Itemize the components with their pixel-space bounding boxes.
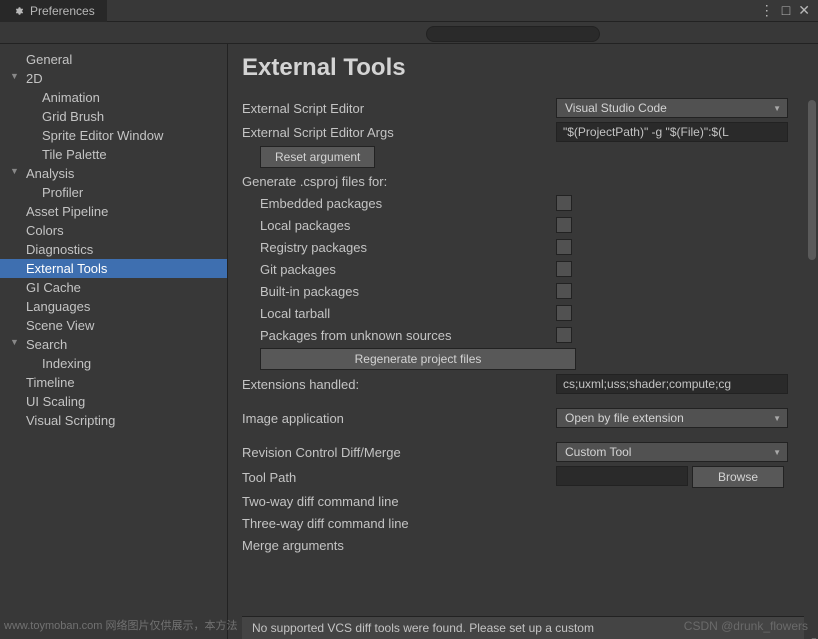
label-merge-args: Merge arguments xyxy=(242,538,556,553)
checkbox-embedded[interactable] xyxy=(556,195,572,211)
image-app-dropdown[interactable]: Open by file extension xyxy=(556,408,788,428)
script-editor-args-input[interactable] xyxy=(556,122,788,142)
scrollbar[interactable] xyxy=(808,100,816,260)
regenerate-button[interactable]: Regenerate project files xyxy=(260,348,576,370)
sidebar-item-ui-scaling[interactable]: UI Scaling xyxy=(0,392,227,411)
label-tarball: Local tarball xyxy=(242,306,556,321)
sidebar-item-external-tools[interactable]: External Tools xyxy=(0,259,227,278)
browse-button[interactable]: Browse xyxy=(692,466,784,488)
checkbox-git[interactable] xyxy=(556,261,572,277)
label-embedded: Embedded packages xyxy=(242,196,556,211)
footer-message: No supported VCS diff tools were found. … xyxy=(242,616,804,639)
rev-control-dropdown[interactable]: Custom Tool xyxy=(556,442,788,462)
searchbar: ⌕ xyxy=(0,22,818,44)
tab-title: Preferences xyxy=(30,4,95,18)
label-local: Local packages xyxy=(242,218,556,233)
label-builtin: Built-in packages xyxy=(242,284,556,299)
sidebar-item-visual-scripting[interactable]: Visual Scripting xyxy=(0,411,227,430)
tool-path-input[interactable] xyxy=(556,466,688,486)
sidebar-item-asset-pipeline[interactable]: Asset Pipeline xyxy=(0,202,227,221)
sidebar-item-general[interactable]: General xyxy=(0,50,227,69)
label-two-way: Two-way diff command line xyxy=(242,494,556,509)
sidebar-item-diagnostics[interactable]: Diagnostics xyxy=(0,240,227,259)
checkbox-registry[interactable] xyxy=(556,239,572,255)
label-script-editor: External Script Editor xyxy=(242,101,556,116)
titlebar: Preferences ⋮ □ ✕ xyxy=(0,0,818,22)
sidebar-item-analysis[interactable]: Analysis xyxy=(0,164,227,183)
sidebar-item-colors[interactable]: Colors xyxy=(0,221,227,240)
sidebar-item-2d[interactable]: 2D xyxy=(0,69,227,88)
checkbox-local[interactable] xyxy=(556,217,572,233)
label-image-app: Image application xyxy=(242,411,556,426)
sidebar-item-tile-palette[interactable]: Tile Palette xyxy=(0,145,227,164)
checkbox-builtin[interactable] xyxy=(556,283,572,299)
sidebar-item-scene-view[interactable]: Scene View xyxy=(0,316,227,335)
ext-handled-input[interactable] xyxy=(556,374,788,394)
sidebar-item-gi-cache[interactable]: GI Cache xyxy=(0,278,227,297)
label-git: Git packages xyxy=(242,262,556,277)
label-unknown: Packages from unknown sources xyxy=(242,328,556,343)
label-three-way: Three-way diff command line xyxy=(242,516,556,531)
label-tool-path: Tool Path xyxy=(242,470,556,485)
menu-icon[interactable]: ⋮ xyxy=(760,2,774,19)
sidebar-item-profiler[interactable]: Profiler xyxy=(0,183,227,202)
maximize-icon[interactable]: □ xyxy=(782,2,790,19)
sidebar-item-languages[interactable]: Languages xyxy=(0,297,227,316)
sidebar-item-animation[interactable]: Animation xyxy=(0,88,227,107)
sidebar-item-timeline[interactable]: Timeline xyxy=(0,373,227,392)
sidebar-item-grid-brush[interactable]: Grid Brush xyxy=(0,107,227,126)
label-generate-for: Generate .csproj files for: xyxy=(242,174,556,189)
preferences-tab[interactable]: Preferences xyxy=(0,0,107,22)
sidebar-item-indexing[interactable]: Indexing xyxy=(0,354,227,373)
search-input[interactable] xyxy=(426,26,600,42)
content-panel: External Tools External Script Editor Vi… xyxy=(228,44,818,639)
script-editor-dropdown[interactable]: Visual Studio Code xyxy=(556,98,788,118)
checkbox-tarball[interactable] xyxy=(556,305,572,321)
window-controls: ⋮ □ ✕ xyxy=(760,2,818,19)
checkbox-unknown[interactable] xyxy=(556,327,572,343)
sidebar-item-sprite-editor-window[interactable]: Sprite Editor Window xyxy=(0,126,227,145)
sidebar-item-search[interactable]: Search xyxy=(0,335,227,354)
reset-argument-button[interactable]: Reset argument xyxy=(260,146,375,168)
label-registry: Registry packages xyxy=(242,240,556,255)
sidebar: General2DAnimationGrid BrushSprite Edito… xyxy=(0,44,228,639)
label-rev-control: Revision Control Diff/Merge xyxy=(242,445,556,460)
scroll-down-icon[interactable] xyxy=(810,631,816,637)
label-script-editor-args: External Script Editor Args xyxy=(242,125,556,140)
gear-icon xyxy=(12,5,24,17)
page-title: External Tools xyxy=(242,54,804,82)
label-ext-handled: Extensions handled: xyxy=(242,377,556,392)
close-icon[interactable]: ✕ xyxy=(798,2,810,19)
